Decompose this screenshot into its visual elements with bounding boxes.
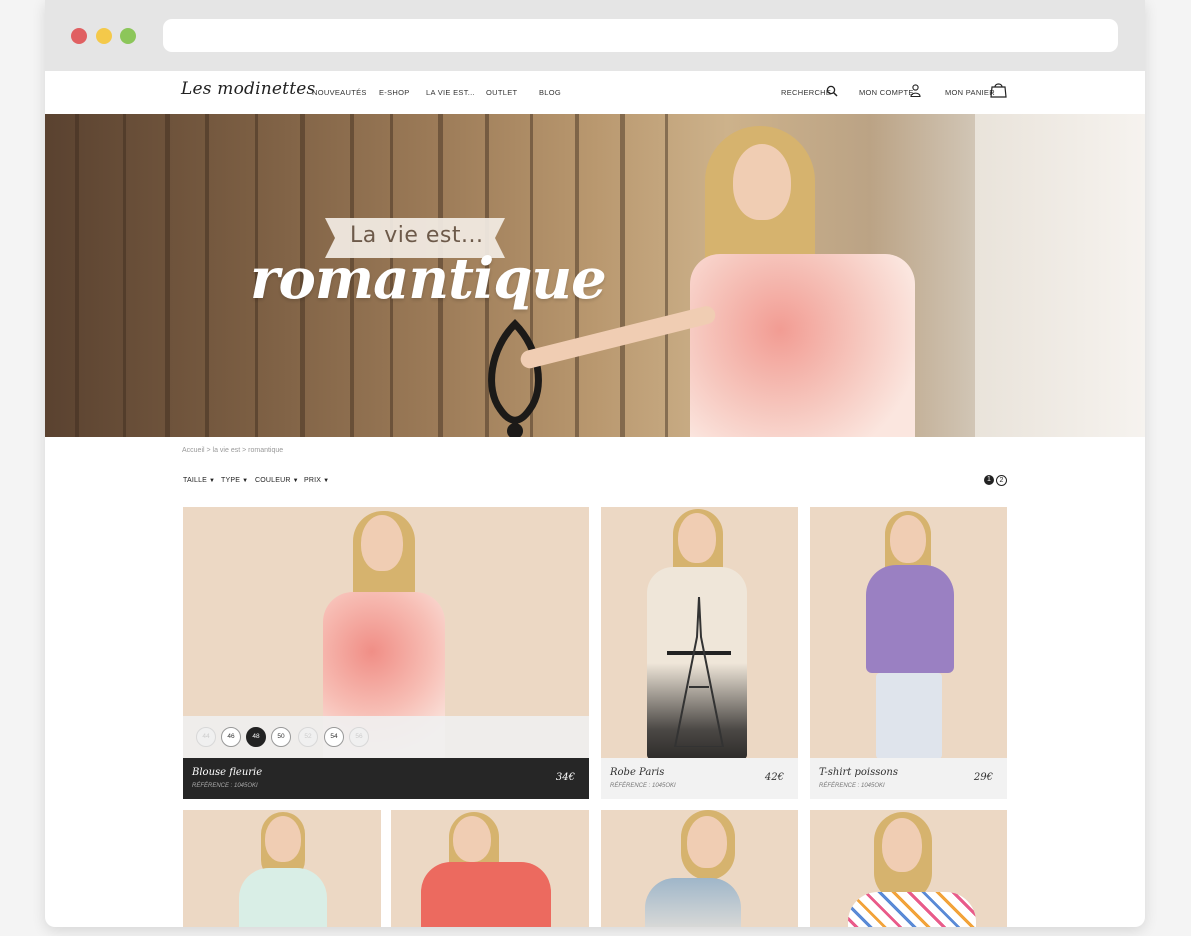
- product-info: T-shirt poissons RÉFÉRENCE : 1045OKI 29€: [810, 758, 1007, 799]
- product-reference: RÉFÉRENCE : 1045OKI: [192, 783, 258, 789]
- product-card[interactable]: [601, 810, 798, 927]
- site-logo[interactable]: Les modinettes: [181, 79, 315, 99]
- filter-prix[interactable]: PRIX ▼: [304, 477, 329, 484]
- size-selector: 44 46 48 50 52 54 56: [183, 716, 589, 758]
- product-photo[interactable]: [601, 507, 798, 758]
- size-option[interactable]: 56: [349, 727, 369, 747]
- site-header: Les modinettes NOUVEAUTÉS E-SHOP LA VIE …: [45, 71, 1145, 114]
- minimize-window-button[interactable]: [96, 28, 112, 44]
- browser-chrome: [45, 0, 1145, 71]
- product-reference: RÉFÉRENCE : 1045OKI: [610, 783, 676, 789]
- page-1-button[interactable]: 1: [984, 475, 994, 485]
- product-photo[interactable]: [601, 810, 798, 927]
- size-option[interactable]: 54: [324, 727, 344, 747]
- hero-title: romantique: [250, 246, 607, 312]
- filter-couleur[interactable]: COULEUR ▼: [255, 477, 299, 484]
- cart-icon[interactable]: [990, 82, 1007, 103]
- product-card[interactable]: [810, 810, 1007, 927]
- search-icon[interactable]: [826, 84, 838, 102]
- size-option[interactable]: 48: [246, 727, 266, 747]
- hero-banner[interactable]: La vie est... romantique: [45, 114, 1145, 437]
- filter-type[interactable]: TYPE ▼: [221, 477, 248, 484]
- breadcrumb[interactable]: Accueil > la vie est > romantique: [182, 447, 283, 454]
- address-bar[interactable]: [163, 19, 1118, 52]
- search-link[interactable]: RECHERCHE: [781, 88, 831, 97]
- product-name[interactable]: T-shirt poissons: [819, 767, 898, 778]
- account-link[interactable]: MON COMPTE: [859, 88, 914, 97]
- product-name[interactable]: Blouse fleurie: [192, 767, 262, 778]
- nav-blog[interactable]: BLOG: [539, 88, 561, 97]
- page-2-button[interactable]: 2: [996, 475, 1007, 486]
- product-card[interactable]: [183, 810, 381, 927]
- product-info: Robe Paris RÉFÉRENCE : 1045OKI 42€: [601, 758, 798, 799]
- product-card[interactable]: 44 46 48 50 52 54 56 Blouse fleurie RÉFÉ…: [183, 507, 589, 799]
- filter-taille[interactable]: TAILLE ▼: [183, 477, 215, 484]
- product-photo[interactable]: [810, 507, 1007, 758]
- model-head: [733, 144, 791, 220]
- nav-outlet[interactable]: OUTLET: [486, 88, 517, 97]
- product-photo[interactable]: [810, 810, 1007, 927]
- product-photo[interactable]: [183, 810, 381, 927]
- nav-nouveautes[interactable]: NOUVEAUTÉS: [312, 88, 367, 97]
- size-option[interactable]: 50: [271, 727, 291, 747]
- chevron-down-icon: ▼: [242, 478, 249, 484]
- model-blouse: [690, 254, 915, 437]
- door-knocker: [488, 319, 542, 437]
- size-option[interactable]: 46: [221, 727, 241, 747]
- maximize-window-button[interactable]: [120, 28, 136, 44]
- close-window-button[interactable]: [71, 28, 87, 44]
- product-card[interactable]: Robe Paris RÉFÉRENCE : 1045OKI 42€: [601, 507, 798, 799]
- size-option[interactable]: 44: [196, 727, 216, 747]
- product-reference: RÉFÉRENCE : 1045OKI: [819, 783, 885, 789]
- chevron-down-icon: ▼: [209, 478, 216, 484]
- browser-window: Les modinettes NOUVEAUTÉS E-SHOP LA VIE …: [45, 0, 1145, 927]
- product-price: 42€: [764, 772, 784, 783]
- hero-ribbon-text: La vie est...: [350, 223, 484, 248]
- product-name[interactable]: Robe Paris: [610, 767, 664, 778]
- product-price: 29€: [973, 772, 993, 783]
- user-icon[interactable]: [910, 84, 921, 102]
- product-info: Blouse fleurie RÉFÉRENCE : 1045OKI 34€: [183, 758, 589, 799]
- chevron-down-icon: ▼: [292, 478, 299, 484]
- nav-eshop[interactable]: E-SHOP: [379, 88, 410, 97]
- product-price: 34€: [555, 772, 575, 783]
- product-photo[interactable]: [391, 810, 589, 927]
- product-card[interactable]: [391, 810, 589, 927]
- size-option[interactable]: 52: [298, 727, 318, 747]
- cart-link[interactable]: MON PANIER: [945, 88, 995, 97]
- nav-la-vie-est[interactable]: LA VIE EST...: [426, 88, 475, 97]
- chevron-down-icon: ▼: [323, 478, 330, 484]
- product-card[interactable]: T-shirt poissons RÉFÉRENCE : 1045OKI 29€: [810, 507, 1007, 799]
